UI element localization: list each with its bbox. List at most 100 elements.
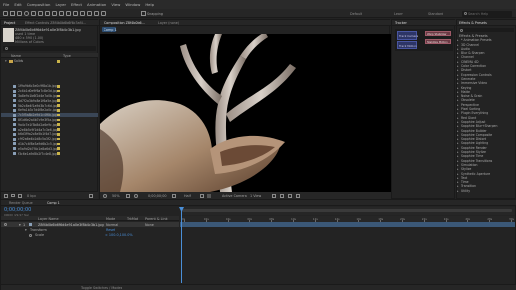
transform-reset[interactable]: Reset <box>106 228 115 232</box>
tab-effects-presets[interactable]: Effects & Presets <box>459 21 487 25</box>
column-trkmat[interactable]: TrkMat <box>127 217 138 221</box>
label-swatch[interactable] <box>57 104 60 107</box>
composition-viewer[interactable] <box>100 32 391 192</box>
label-swatch[interactable] <box>57 118 60 122</box>
new-composition-icon[interactable] <box>18 194 22 198</box>
project-search-input[interactable] <box>3 46 96 51</box>
tab-tracker[interactable]: Tracker <box>395 21 407 25</box>
track-camera-button[interactable]: Track Camera <box>397 31 418 40</box>
snapshot-icon[interactable] <box>172 193 176 198</box>
home-icon[interactable] <box>3 10 8 16</box>
label-swatch[interactable] <box>57 133 60 136</box>
scale-row[interactable]: Scale ∞ 100.0,100.0% <box>1 233 179 238</box>
column-name[interactable]: Name <box>11 54 21 58</box>
search-help-input[interactable]: Search Help <box>462 10 512 17</box>
new-folder-icon[interactable] <box>11 194 15 197</box>
tab-comp[interactable]: Comp 1 <box>47 201 60 205</box>
layer-name[interactable]: Z8f4b0b6b6f6d4e91a0e3f8b4c3b1.jpg <box>38 223 104 227</box>
label-swatch[interactable] <box>57 142 60 146</box>
column-layer-name[interactable]: Layer Name <box>38 217 59 221</box>
chevron-down-icon[interactable]: ▾ <box>5 59 7 63</box>
menu-layer[interactable]: Layer <box>55 2 66 7</box>
pen-tool-icon[interactable] <box>59 10 64 16</box>
stopwatch-icon[interactable] <box>29 233 32 237</box>
work-area-bar[interactable] <box>182 209 512 212</box>
label-swatch[interactable] <box>57 60 60 63</box>
flowchart-icon[interactable] <box>288 193 292 198</box>
chevron-down-icon[interactable]: ▾ <box>19 223 21 227</box>
region-of-interest-icon[interactable] <box>200 193 204 198</box>
label-swatch[interactable] <box>57 147 60 150</box>
brush-tool-icon[interactable] <box>73 10 78 16</box>
warp-stabilizer-button[interactable]: Warp Stabilizer <box>425 31 451 36</box>
selection-tool-icon[interactable] <box>10 10 15 16</box>
track-motion-button[interactable]: Track Motion <box>397 41 417 49</box>
rotation-tool-icon[interactable] <box>31 10 36 16</box>
hand-tool-icon[interactable] <box>17 10 22 16</box>
stabilize-motion-button[interactable]: Stabilize Motion <box>425 39 451 44</box>
bpc-toggle[interactable]: 8 bpc <box>27 194 36 198</box>
workspace-default[interactable]: Default <box>350 12 362 16</box>
label-swatch[interactable] <box>57 137 60 141</box>
label-swatch[interactable] <box>57 85 60 88</box>
grid-icon[interactable] <box>126 193 130 198</box>
rectangle-tool-icon[interactable] <box>52 10 57 16</box>
tab-render-queue[interactable]: Render Queue <box>9 201 33 205</box>
label-swatch[interactable] <box>57 123 60 126</box>
menu-effect[interactable]: Effect <box>71 2 82 7</box>
camera-tool-icon[interactable] <box>38 10 43 16</box>
time-navigator[interactable] <box>180 207 515 215</box>
always-preview-icon[interactable] <box>103 193 107 198</box>
column-parent[interactable]: Parent & Link <box>145 217 168 221</box>
scale-value[interactable]: ∞ 100.0,100.0% <box>105 233 133 237</box>
view-layout-dropdown[interactable]: 1 View <box>250 194 261 198</box>
tab-effect-controls[interactable]: Effect Controls Z8f4b0b6b6f6c3af4... <box>25 21 86 25</box>
tab-composition[interactable]: Composition Z8f4b0b6... <box>104 21 145 25</box>
type-tool-icon[interactable] <box>66 10 71 16</box>
eye-icon[interactable] <box>4 223 7 226</box>
puppet-tool-icon[interactable] <box>101 10 106 16</box>
label-swatch[interactable] <box>57 113 60 117</box>
label-swatch[interactable] <box>57 152 60 155</box>
eraser-tool-icon[interactable] <box>87 10 92 16</box>
interpret-footage-icon[interactable] <box>4 194 8 198</box>
transform-row[interactable]: ▾ Transform Reset <box>1 228 179 233</box>
clone-stamp-tool-icon[interactable] <box>80 10 85 16</box>
transparency-grid-icon[interactable] <box>207 193 211 198</box>
workspace-standard[interactable]: Standard <box>428 12 443 16</box>
menu-help[interactable]: Help <box>145 2 154 7</box>
playhead[interactable] <box>181 207 182 283</box>
menu-animation[interactable]: Animation <box>87 2 106 7</box>
label-swatch[interactable] <box>57 94 60 98</box>
menu-file[interactable]: File <box>3 2 9 7</box>
exposure-icon[interactable] <box>296 193 300 198</box>
effect-category[interactable]: ▸ Utility <box>457 189 512 194</box>
label-swatch[interactable] <box>57 89 60 93</box>
list-item[interactable]: ▾ Solids <box>1 59 98 64</box>
trash-icon[interactable] <box>89 194 93 198</box>
menu-view[interactable]: View <box>111 2 120 7</box>
zoom-tool-icon[interactable] <box>24 10 29 16</box>
toggle-pixel-aspect-icon[interactable] <box>272 193 276 198</box>
label-swatch[interactable] <box>57 128 60 131</box>
list-item[interactable]: f3c6e1a9d5b2f7c4e8.jpg <box>1 151 98 156</box>
current-time[interactable]: 0;00;00;00 <box>148 194 167 198</box>
toggle-switches-modes[interactable]: Toggle Switches / Modes <box>81 286 122 290</box>
effects-search-input[interactable] <box>459 28 514 32</box>
fast-previews-icon[interactable] <box>280 193 284 198</box>
column-mode[interactable]: Mode <box>106 217 115 221</box>
chevron-down-icon[interactable]: ▾ <box>25 228 27 232</box>
label-swatch[interactable] <box>57 99 60 102</box>
label-swatch[interactable] <box>57 109 60 112</box>
snapping-checkbox[interactable] <box>141 11 146 16</box>
chevron-right-icon[interactable]: ▸ <box>457 189 459 193</box>
layer-duration-bar[interactable] <box>180 222 515 227</box>
pan-behind-tool-icon[interactable] <box>45 10 50 16</box>
zoom-level[interactable]: 50% <box>112 194 120 198</box>
mask-visibility-icon[interactable] <box>134 193 138 198</box>
tab-layer[interactable]: Layer (none) <box>158 21 179 25</box>
layer-mode[interactable]: Normal <box>106 223 118 227</box>
menu-window[interactable]: Window <box>125 2 140 7</box>
menu-edit[interactable]: Edit <box>14 2 21 7</box>
table-row[interactable]: ▾ 1 Z8f4b0b6b6f6d4e91a0e3f8b4c3b1.jpg No… <box>1 222 179 227</box>
